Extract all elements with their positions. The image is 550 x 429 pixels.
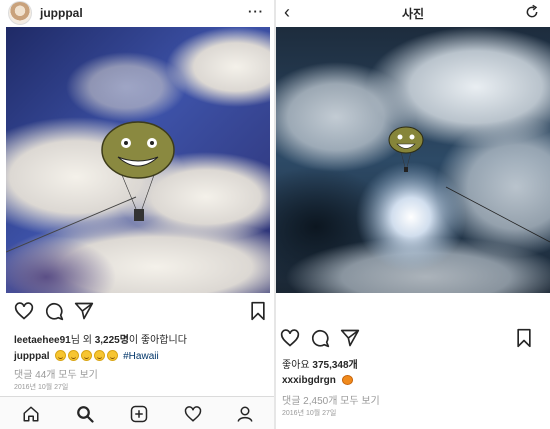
left-post: jupppal ··· leetaehee91님 외 3,225명이 좋아합니다… <box>0 0 274 429</box>
likes-prefix: 좋아요 <box>282 360 313 371</box>
comment-icon[interactable] <box>310 328 330 348</box>
pumpkin-emoji-icon <box>341 375 353 385</box>
heart-icon[interactable] <box>14 301 34 321</box>
right-post: ‹ 사진 좋아요 375,348개 xxxibgdrgn 댓글 2,450개 모… <box>276 0 550 429</box>
hashtag-link[interactable]: #Hawaii <box>123 351 159 362</box>
share-icon[interactable] <box>74 301 94 321</box>
caption: xxxibgdrgn <box>282 375 353 386</box>
more-icon[interactable]: ··· <box>248 4 264 19</box>
profile-icon[interactable] <box>236 405 254 423</box>
emoji-icon <box>94 350 106 361</box>
view-comments-link[interactable]: 댓글 44개 모두 보기 <box>14 366 98 381</box>
caption: jupppal #Hawaii <box>14 350 159 362</box>
post-header: jupppal ··· <box>0 0 274 26</box>
post-username[interactable]: jupppal <box>40 6 83 20</box>
likes-line[interactable]: 좋아요 375,348개 <box>282 356 358 371</box>
bookmark-icon[interactable] <box>514 328 534 348</box>
add-icon[interactable] <box>130 405 148 423</box>
caption-username[interactable]: xxxibgdrgn <box>282 375 336 386</box>
emoji-icon <box>81 350 93 361</box>
emoji-icon <box>55 350 67 361</box>
likes-count[interactable]: 3,225명 <box>95 335 129 346</box>
likes-line[interactable]: leetaehee91님 외 3,225명이 좋아합니다 <box>14 331 187 346</box>
likes-suffix: 님 외 <box>70 335 95 346</box>
heart-icon[interactable] <box>280 328 300 348</box>
search-icon[interactable] <box>76 405 94 423</box>
page-title: 사진 <box>401 6 425 21</box>
bottom-nav <box>0 396 274 429</box>
post-photo[interactable] <box>276 27 550 293</box>
share-icon[interactable] <box>340 328 360 348</box>
back-icon[interactable]: ‹ <box>284 2 290 23</box>
post-actions <box>276 328 550 350</box>
post-photo[interactable] <box>6 27 270 293</box>
bookmark-icon[interactable] <box>248 301 268 321</box>
caption-username[interactable]: jupppal <box>14 351 50 362</box>
likes-count[interactable]: 375,348개 <box>312 360 357 371</box>
post-actions <box>0 301 274 323</box>
likes-tail: 이 좋아합니다 <box>128 335 187 346</box>
post-date: 2016년 10월 27일 <box>14 384 69 391</box>
emoji-icon <box>68 350 80 361</box>
likes-user[interactable]: leetaehee91 <box>14 335 71 346</box>
comment-icon[interactable] <box>44 301 64 321</box>
avatar[interactable] <box>8 1 32 25</box>
refresh-icon[interactable] <box>524 4 540 20</box>
activity-icon[interactable] <box>184 405 202 423</box>
post-date: 2016년 10월 27일 <box>282 410 337 417</box>
home-icon[interactable] <box>22 405 40 423</box>
photo-header: ‹ 사진 <box>276 0 550 26</box>
view-comments-link[interactable]: 댓글 2,450개 모두 보기 <box>282 392 380 407</box>
emoji-icon <box>107 350 119 361</box>
